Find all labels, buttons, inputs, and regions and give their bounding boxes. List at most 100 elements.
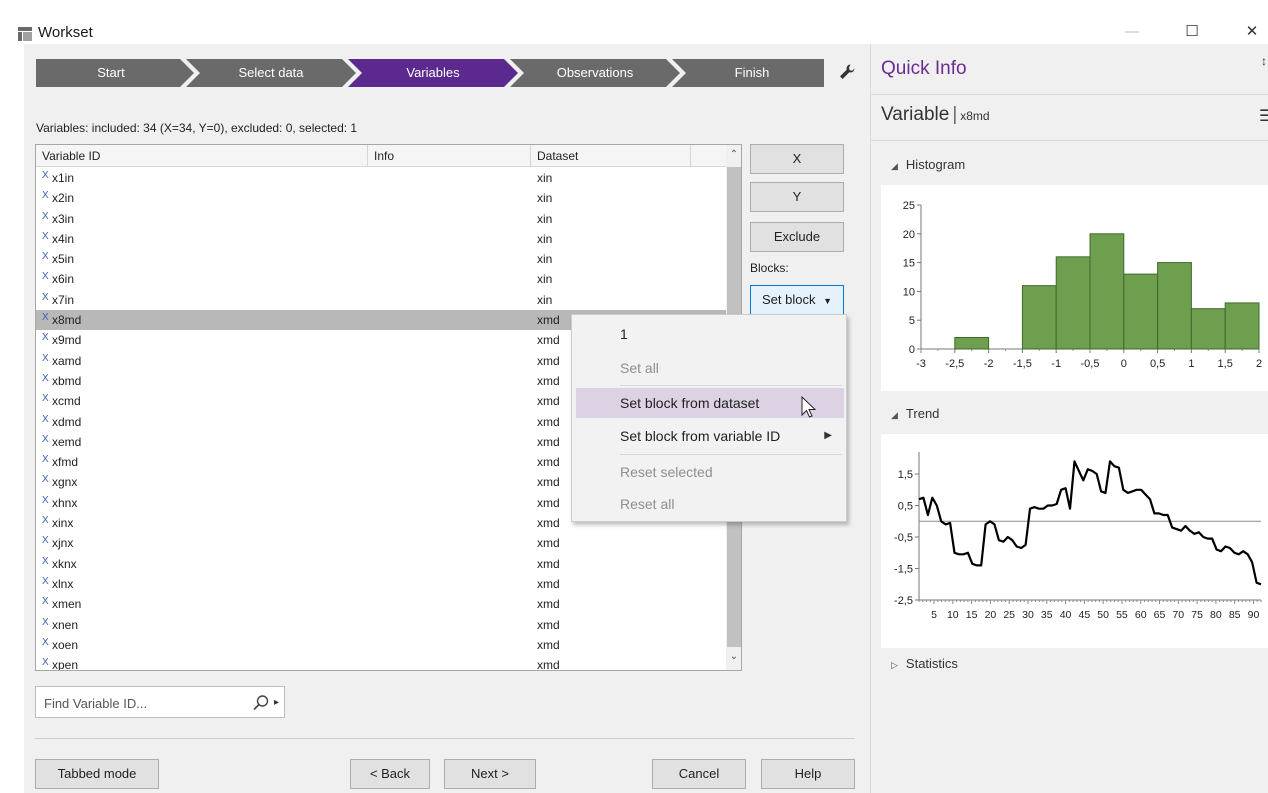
dataset-cell: xmd bbox=[537, 455, 560, 470]
dataset-cell: xmd bbox=[537, 373, 560, 388]
wizard-step-finish[interactable]: Finish bbox=[682, 59, 822, 87]
y-tick-label: -1,5 bbox=[894, 564, 913, 576]
minimize-button[interactable]: — bbox=[1112, 20, 1152, 44]
column-dataset[interactable]: Dataset bbox=[531, 145, 691, 167]
quick-info-panel: Quick Info ↕ Variable | x8md ☰ ◢ Histogram … bbox=[870, 44, 1268, 793]
tabbed-mode-button[interactable]: Tabbed mode bbox=[35, 759, 159, 789]
next-button[interactable]: Next > bbox=[444, 759, 536, 789]
table-row[interactable]: Xxlnx xmd bbox=[36, 574, 726, 594]
x-tick-label: -2 bbox=[984, 358, 994, 370]
table-row[interactable]: Xx3in xin bbox=[36, 209, 726, 229]
wrench-icon[interactable] bbox=[838, 63, 856, 81]
x-tick-label: -3 bbox=[916, 358, 926, 370]
x-role-marker: X bbox=[42, 393, 49, 405]
exclude-button[interactable]: Exclude bbox=[750, 222, 844, 252]
find-variable-input[interactable] bbox=[42, 693, 232, 713]
table-row[interactable]: Xxknx xmd bbox=[36, 554, 726, 574]
table-row[interactable]: Xxmen xmd bbox=[36, 594, 726, 614]
mouse-cursor-icon bbox=[801, 396, 817, 418]
x-button[interactable]: X bbox=[750, 144, 844, 174]
x-role-marker: X bbox=[42, 433, 49, 445]
table-row[interactable]: Xxnen xmd bbox=[36, 615, 726, 635]
trend-series-line bbox=[918, 460, 1262, 586]
back-button[interactable]: < Back bbox=[350, 759, 430, 789]
table-row[interactable]: Xx7in xin bbox=[36, 290, 726, 310]
y-button[interactable]: Y bbox=[750, 182, 844, 212]
x-role-marker: X bbox=[42, 210, 49, 222]
expanded-triangle-icon: ◢ bbox=[891, 161, 898, 171]
dataset-cell: xmd bbox=[537, 434, 560, 449]
find-next-icon[interactable]: ▸ bbox=[274, 693, 284, 713]
bottom-separator bbox=[35, 738, 855, 739]
pin-icon[interactable]: ↕ bbox=[1261, 54, 1267, 68]
y-tick-label: 0 bbox=[909, 344, 915, 356]
set-block-button[interactable]: Set block ▼ bbox=[750, 285, 844, 315]
close-button[interactable]: ✕ bbox=[1232, 20, 1268, 44]
table-row[interactable]: Xx5in xin bbox=[36, 249, 726, 269]
x-role-marker: X bbox=[42, 657, 49, 669]
menu-item-1[interactable]: 1 bbox=[576, 319, 844, 349]
table-row[interactable]: Xx1in xin bbox=[36, 168, 726, 188]
quick-info-title: Quick Info bbox=[881, 58, 967, 79]
table-row[interactable]: Xxjnx xmd bbox=[36, 533, 726, 553]
variable-id-cell: x9md bbox=[52, 333, 82, 348]
variable-id-cell: xcmd bbox=[52, 394, 81, 409]
y-tick-label: 25 bbox=[903, 200, 915, 212]
search-icon[interactable] bbox=[252, 694, 270, 712]
histogram-bar bbox=[1123, 273, 1159, 350]
x-role-marker: X bbox=[42, 454, 49, 466]
x-role-marker: X bbox=[42, 555, 49, 567]
help-button[interactable]: Help bbox=[761, 759, 855, 789]
dataset-cell: xmd bbox=[537, 658, 560, 671]
variable-id-cell: xjnx bbox=[52, 536, 74, 551]
table-row[interactable]: Xx4in xin bbox=[36, 229, 726, 249]
dataset-cell: xin bbox=[537, 191, 553, 206]
variable-id-cell: xdmd bbox=[52, 414, 82, 429]
variable-id-cell: x2in bbox=[52, 191, 75, 206]
x-tick-label: 60 bbox=[1135, 609, 1147, 621]
variable-id-cell: xknx bbox=[52, 556, 77, 571]
table-row[interactable]: Xxpen xmd bbox=[36, 655, 726, 671]
cancel-button[interactable]: Cancel bbox=[652, 759, 746, 789]
x-tick-label: -1 bbox=[1051, 358, 1061, 370]
menu-item-set-block-from-variable-id[interactable]: Set block from variable ID ▶ bbox=[576, 421, 844, 451]
dataset-cell: xmd bbox=[537, 637, 560, 652]
x-tick-label: 35 bbox=[1041, 609, 1053, 621]
x-tick-label: 2 bbox=[1256, 358, 1262, 370]
variable-label: Variable bbox=[881, 104, 950, 125]
wizard-step-variables[interactable]: Variables bbox=[358, 59, 508, 87]
x-role-marker: X bbox=[42, 170, 49, 181]
column-variable-id[interactable]: Variable ID bbox=[36, 145, 368, 167]
table-row[interactable]: Xx2in xin bbox=[36, 188, 726, 208]
x-role-marker: X bbox=[42, 332, 49, 344]
dataset-cell: xmd bbox=[537, 475, 560, 490]
statistics-section-header[interactable]: ▷ Statistics bbox=[891, 656, 958, 671]
scroll-down-icon[interactable]: ⌄ bbox=[726, 651, 741, 662]
x-role-marker: X bbox=[42, 251, 49, 263]
x-tick-label: 5 bbox=[931, 609, 937, 621]
x-tick-label: 15 bbox=[966, 609, 978, 621]
menu-item-label: Set block from variable ID bbox=[620, 428, 781, 444]
table-row[interactable]: Xx6in xin bbox=[36, 269, 726, 289]
trend-section-header[interactable]: ◢ Trend bbox=[891, 406, 939, 421]
wizard-step-observations[interactable]: Observations bbox=[520, 59, 670, 87]
maximize-button[interactable]: ☐ bbox=[1172, 20, 1212, 44]
table-row[interactable]: Xxoen xmd bbox=[36, 635, 726, 655]
column-info[interactable]: Info bbox=[368, 145, 531, 167]
x-tick-label: 55 bbox=[1116, 609, 1128, 621]
menu-icon[interactable]: ☰ bbox=[1259, 106, 1268, 126]
y-tick-label: 5 bbox=[909, 315, 915, 327]
histogram-section-header[interactable]: ◢ Histogram bbox=[891, 157, 965, 172]
x-role-marker: X bbox=[42, 291, 49, 303]
histogram-bar bbox=[1157, 262, 1192, 350]
wizard-steps: Start Select data Variables Observations… bbox=[36, 59, 824, 87]
menu-item-reset-all: Reset all bbox=[620, 496, 675, 512]
scroll-up-icon[interactable]: ⌃ bbox=[726, 149, 741, 160]
wizard-step-select-data[interactable]: Select data bbox=[196, 59, 346, 87]
x-tick-label: 70 bbox=[1172, 609, 1184, 621]
wizard-step-start[interactable]: Start bbox=[36, 59, 186, 87]
x-role-marker: X bbox=[42, 474, 49, 486]
x-role-marker: X bbox=[42, 230, 49, 242]
variable-id-cell: xfmd bbox=[52, 455, 79, 470]
x-role-marker: X bbox=[42, 190, 49, 202]
